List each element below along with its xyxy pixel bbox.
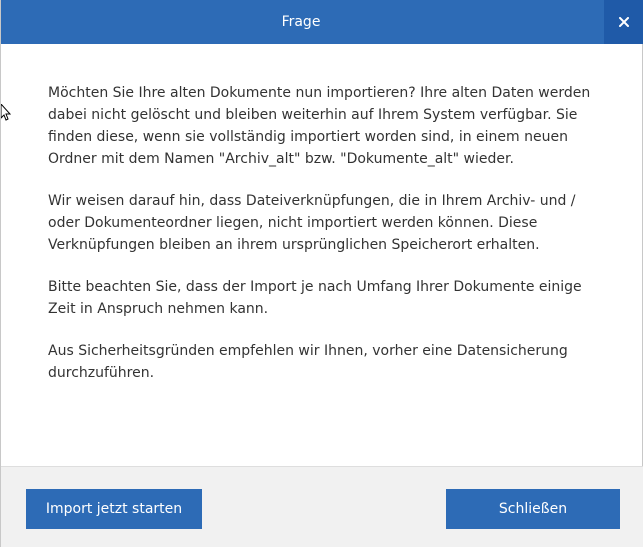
close-button[interactable] [604, 0, 643, 44]
dialog-title: Frage [281, 14, 321, 30]
close-icon [619, 17, 629, 27]
message-paragraph-4: Aus Sicherheitsgründen empfehlen wir Ihn… [48, 343, 568, 381]
mouse-cursor-icon [1, 104, 11, 121]
message-body: Möchten Sie Ihre alten Dokumente nun imp… [48, 82, 608, 404]
message-paragraph-2: Wir weisen darauf hin, dass Dateiverknüp… [48, 193, 576, 253]
message-paragraph-3: Bitte beachten Sie, dass der Import je n… [48, 279, 582, 317]
message-paragraph-1: Möchten Sie Ihre alten Dokumente nun imp… [48, 85, 591, 167]
title-bar: Frage [1, 0, 643, 44]
question-dialog: Frage Möchten Sie Ihre alten Dokumente n… [0, 0, 643, 547]
dialog-footer: Import jetzt starten Schließen [1, 466, 643, 547]
import-start-button[interactable]: Import jetzt starten [26, 489, 202, 529]
close-dialog-button[interactable]: Schließen [446, 489, 620, 529]
